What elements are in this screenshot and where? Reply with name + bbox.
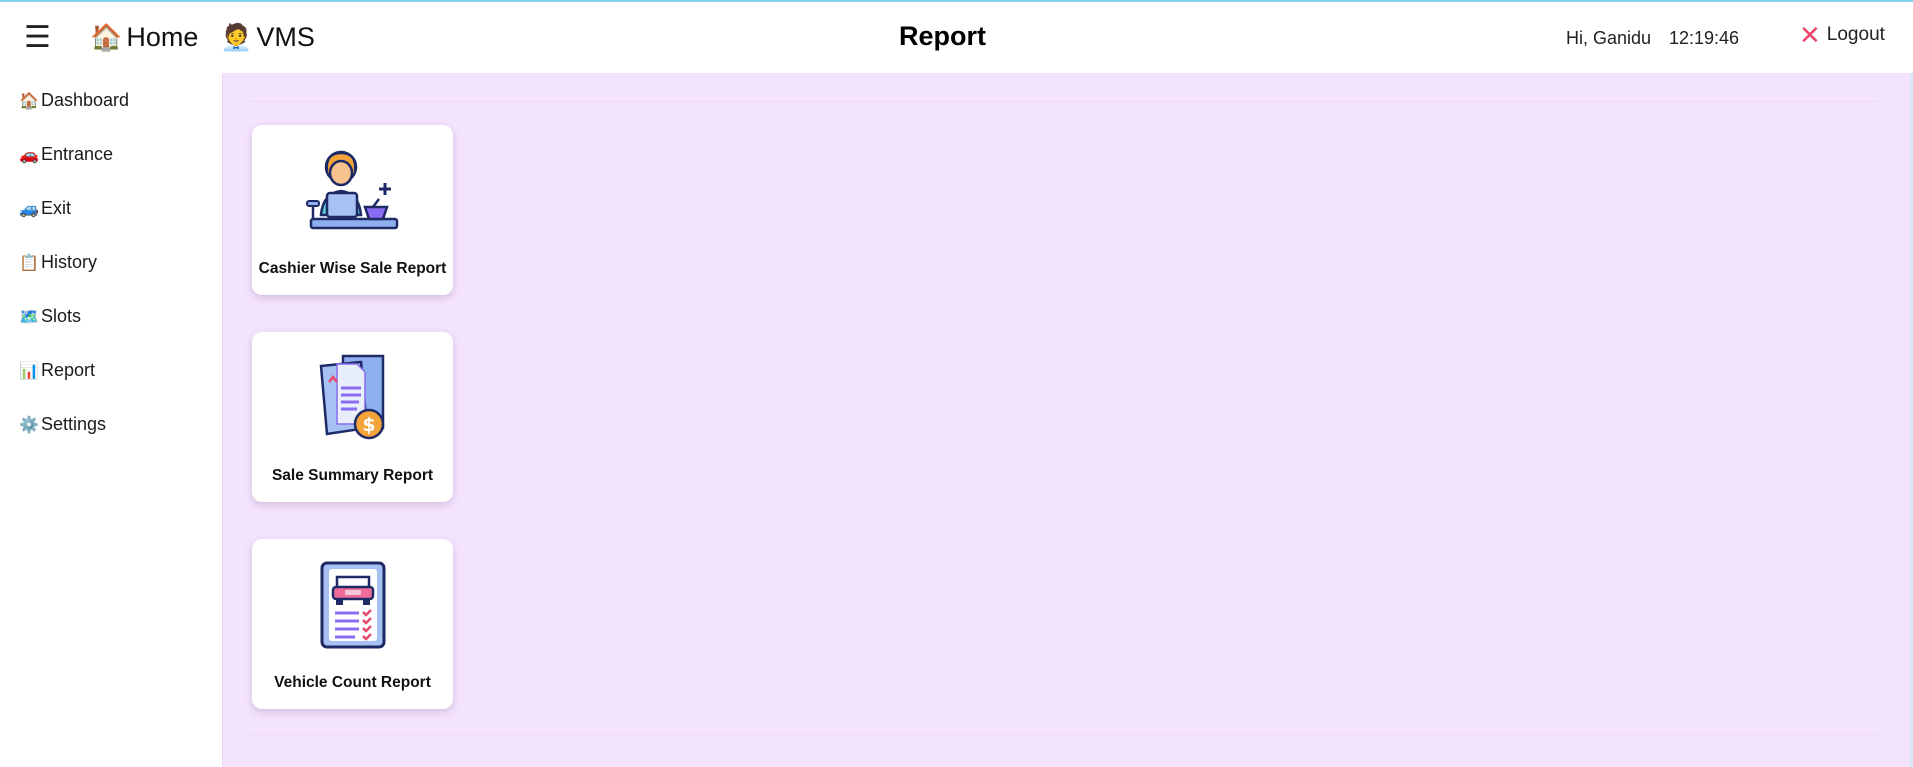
sidebar-item-label: Settings: [41, 414, 107, 434]
sidebar-item-settings[interactable]: ⚙️ Settings: [19, 414, 106, 435]
card-label: Cashier Wise Sale Report: [258, 260, 447, 277]
vehicle-count-icon: [320, 561, 385, 649]
sidebar-item-label: History: [41, 252, 98, 272]
sale-summary-icon: $: [319, 354, 384, 440]
sidebar-item-label: Dashboard: [41, 90, 130, 110]
card-label: Vehicle Count Report: [274, 674, 431, 691]
close-icon: ✕: [1799, 20, 1821, 50]
bar-chart-icon: 📊: [19, 362, 39, 380]
sidebar-item-slots[interactable]: 🗺️ Slots: [19, 306, 81, 327]
house-icon: 🏠: [19, 92, 39, 110]
user-greeting: Hi, Ganidu: [1566, 28, 1652, 48]
divider: [251, 101, 1878, 102]
sidebar-item-history[interactable]: 📋 History: [19, 252, 97, 273]
map-icon: 🗺️: [19, 308, 39, 326]
sidebar-item-entrance[interactable]: 🚗 Entrance: [19, 144, 113, 165]
sidebar-item-label: Report: [41, 360, 96, 380]
cashier-icon: [305, 150, 398, 230]
car-icon: 🚗: [19, 146, 39, 164]
sidebar-item-label: Slots: [41, 306, 82, 326]
sidebar-item-exit[interactable]: 🚙 Exit: [19, 198, 71, 219]
sidebar-item-dashboard[interactable]: 🏠 Dashboard: [19, 90, 129, 111]
sale-summary-report-card[interactable]: $ Sale Summary Report: [252, 332, 453, 502]
sidebar-item-report[interactable]: 📊 Report: [19, 360, 95, 381]
sidebar: 🏠 Dashboard 🚗 Entrance 🚙 Exit 📋 History …: [0, 73, 223, 767]
sidebar-item-label: Exit: [41, 198, 72, 218]
card-label: Sale Summary Report: [271, 467, 434, 484]
suv-icon: 🚙: [19, 200, 39, 218]
svg-text:$: $: [362, 414, 375, 436]
clipboard-icon: 📋: [19, 254, 39, 272]
logout-button[interactable]: ✕ Logout: [1799, 20, 1885, 50]
clock: 12:19:46: [1669, 28, 1740, 48]
sidebar-item-label: Entrance: [41, 144, 114, 164]
divider: [251, 734, 1878, 735]
main-content: Cashier Wise Sale Report $ Sale Summary …: [223, 73, 1913, 767]
logout-label: Logout: [1826, 24, 1885, 45]
top-bar: ☰ 🏠 Home 🧑‍💼 VMS Report Hi, Ganidu 12:19…: [0, 2, 1913, 73]
gear-icon: ⚙️: [19, 416, 39, 434]
cashier-wise-sale-report-card[interactable]: Cashier Wise Sale Report: [252, 125, 453, 295]
vehicle-count-report-card[interactable]: Vehicle Count Report: [252, 539, 453, 709]
